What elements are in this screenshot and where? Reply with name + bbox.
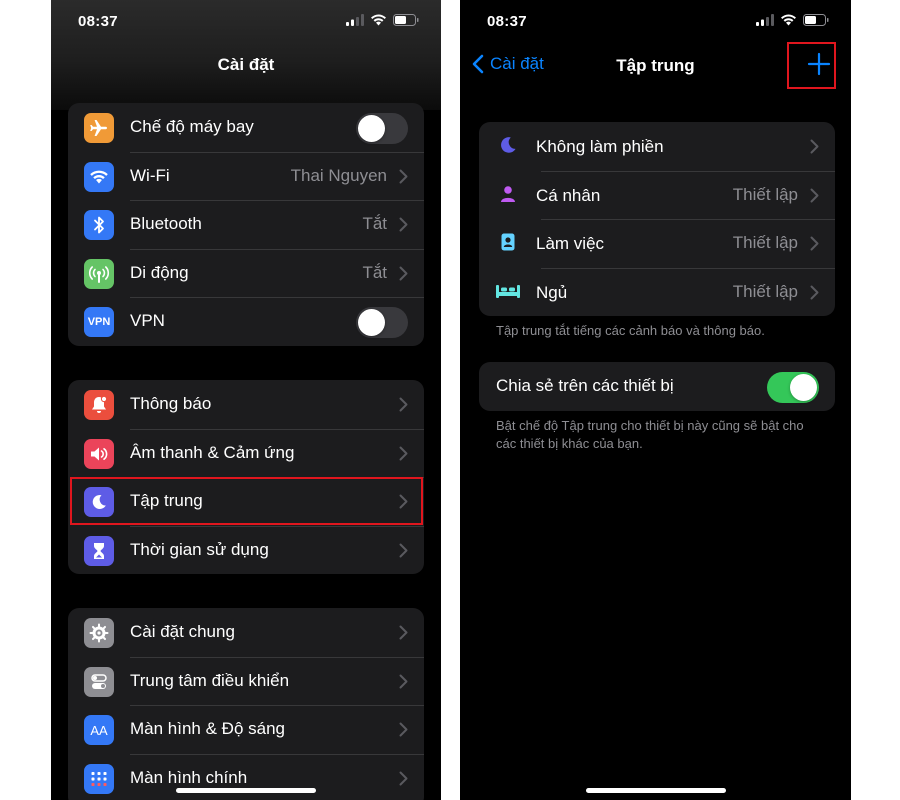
settings-group-general: Cài đặt chung Trung tâm điều khiển AA Mà… <box>68 608 424 800</box>
battery-icon <box>393 14 419 26</box>
chevron-right-icon <box>399 446 408 460</box>
settings-row-label: Màn hình chính <box>130 767 248 787</box>
bell-icon <box>84 390 114 420</box>
status-icons <box>756 14 829 26</box>
chevron-right-icon <box>399 771 408 785</box>
settings-row-label: Thời gian sử dụng <box>130 539 269 559</box>
vpn-icon: VPN <box>84 307 114 337</box>
chevron-right-icon <box>399 397 408 412</box>
chevron-right-icon <box>399 674 408 688</box>
share-across-devices-row: Chia sẻ trên các thiết bị <box>479 362 835 411</box>
settings-row-label: VPN <box>130 311 165 330</box>
chevron-right-icon <box>399 543 408 557</box>
focus-row-label: Cá nhân <box>536 185 601 205</box>
settings-row-label: Wi-Fi <box>130 165 170 185</box>
settings-row-label: Cài đặt chung <box>130 622 235 641</box>
share-across-devices-group: Chia sẻ trên các thiết bị <box>479 362 835 411</box>
home-indicator[interactable] <box>176 788 316 793</box>
focus-screen: 08:37 Cài đặt Tập trung Không làm phiền … <box>460 0 851 800</box>
settings-row-cellular[interactable]: Di động Tắt <box>68 248 424 298</box>
person-icon <box>497 183 519 205</box>
settings-group-connectivity: Chế độ máy bay Wi-Fi Thai Nguyen Bluetoo… <box>68 103 424 346</box>
focus-row-value: Thiết lập <box>732 184 798 204</box>
signal-icon <box>756 14 774 26</box>
wifi-icon <box>84 161 114 192</box>
focus-row-do-not-disturb[interactable]: Không làm phiền <box>479 122 835 171</box>
signal-icon <box>346 14 364 26</box>
chevron-right-icon <box>810 236 819 251</box>
settings-row-label: Di động <box>130 262 189 282</box>
airplane-icon <box>84 113 114 143</box>
text-size-icon: AA <box>84 715 114 745</box>
hourglass-icon <box>84 535 114 566</box>
status-time: 08:37 <box>487 13 527 30</box>
switches-icon <box>84 666 114 697</box>
bluetooth-status-value: Tắt <box>362 214 387 233</box>
vpn-toggle[interactable] <box>356 307 408 338</box>
battery-icon <box>803 14 829 26</box>
focus-row-label: Ngủ <box>536 282 568 302</box>
focus-row-value: Thiết lập <box>732 233 798 252</box>
speaker-icon <box>84 438 114 469</box>
settings-row-bluetooth[interactable]: Bluetooth Tắt <box>68 200 424 249</box>
settings-row-label: Thông báo <box>130 394 212 413</box>
share-across-devices-label: Chia sẻ trên các thiết bị <box>496 376 674 395</box>
settings-row-label: Âm thanh & Cảm ứng <box>130 442 295 462</box>
settings-row-label: Chế độ máy bay <box>130 117 254 136</box>
focus-row-personal[interactable]: Cá nhân Thiết lập <box>479 170 835 220</box>
settings-row-label: Màn hình & Độ sáng <box>130 719 285 738</box>
wifi-network-value: Thai Nguyen <box>290 165 387 185</box>
chevron-right-icon <box>810 285 819 299</box>
settings-row-sounds[interactable]: Âm thanh & Cảm ứng <box>68 428 424 478</box>
settings-row-vpn[interactable]: VPN VPN <box>68 297 424 346</box>
focus-row-highlight <box>70 477 423 525</box>
cellular-icon <box>84 258 114 289</box>
chevron-right-icon <box>810 139 819 154</box>
gear-icon <box>84 618 114 648</box>
settings-screen: 08:37 Cài đặt Chế độ máy bay Wi-Fi Thai … <box>51 0 441 800</box>
status-time: 08:37 <box>78 13 118 30</box>
chevron-right-icon <box>399 625 408 640</box>
settings-row-label: Bluetooth <box>130 214 202 233</box>
add-button-highlight <box>787 42 836 89</box>
chevron-right-icon <box>399 169 408 183</box>
status-icons <box>346 14 419 26</box>
chevron-right-icon <box>399 217 408 232</box>
focus-footer-note: Tập trung tắt tiếng các cảnh báo và thôn… <box>496 323 765 338</box>
share-footer-note: Bật chế độ Tập trung cho thiết bị này cũ… <box>496 418 804 451</box>
home-indicator[interactable] <box>585 788 726 793</box>
badge-icon <box>497 231 519 253</box>
moon-icon <box>497 134 519 156</box>
status-bar: 08:37 <box>460 0 851 44</box>
focus-row-label: Làm việc <box>536 234 605 253</box>
settings-row-general[interactable]: Cài đặt chung <box>68 608 424 657</box>
settings-row-screen-time[interactable]: Thời gian sử dụng <box>68 525 424 575</box>
focus-modes-list: Không làm phiền Cá nhân Thiết lập Làm vi… <box>479 122 835 316</box>
chevron-right-icon <box>810 188 819 202</box>
chevron-right-icon <box>399 722 408 737</box>
airplane-mode-toggle[interactable] <box>356 113 408 144</box>
chevron-right-icon <box>399 266 408 280</box>
focus-row-work[interactable]: Làm việc Thiết lập <box>479 219 835 268</box>
settings-row-airplane-mode[interactable]: Chế độ máy bay <box>68 103 424 152</box>
bed-icon <box>495 280 521 302</box>
settings-row-notifications[interactable]: Thông báo <box>68 380 424 429</box>
wifi-status-icon <box>781 14 796 26</box>
cellular-status-value: Tắt <box>362 262 387 282</box>
page-title: Cài đặt <box>217 55 275 74</box>
settings-row-label: Trung tâm điều khiển <box>130 670 290 690</box>
settings-row-home-screen[interactable]: Màn hình chính <box>68 753 424 800</box>
focus-row-label: Không làm phiền <box>536 137 664 156</box>
status-bar: 08:37 <box>51 0 441 44</box>
focus-row-sleep[interactable]: Ngủ Thiết lập <box>479 267 835 317</box>
settings-row-display[interactable]: AA Màn hình & Độ sáng <box>68 705 424 754</box>
settings-row-wifi[interactable]: Wi-Fi Thai Nguyen <box>68 151 424 201</box>
settings-row-control-center[interactable]: Trung tâm điều khiển <box>68 656 424 706</box>
home-grid-icon <box>84 763 114 794</box>
bluetooth-icon <box>84 210 114 240</box>
wifi-status-icon <box>371 14 386 26</box>
focus-row-value: Thiết lập <box>732 281 798 301</box>
share-across-devices-toggle[interactable] <box>767 372 819 403</box>
